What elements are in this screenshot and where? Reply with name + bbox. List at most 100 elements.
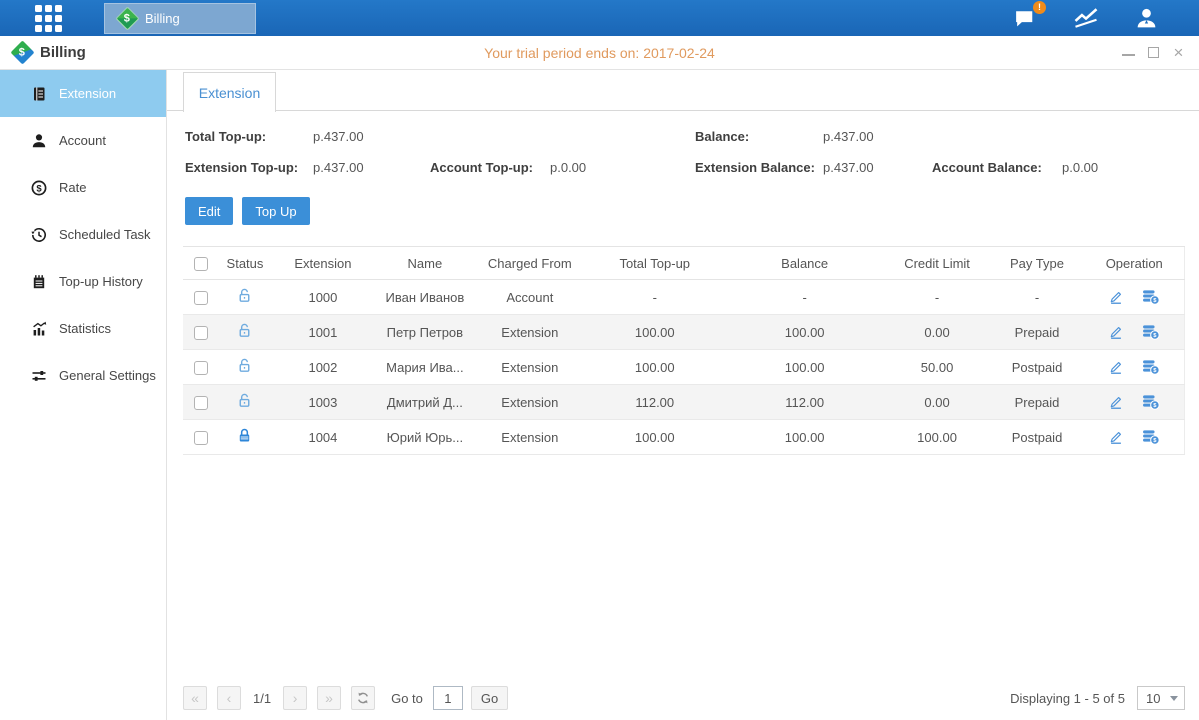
- close-icon[interactable]: ×: [1172, 46, 1185, 59]
- trial-notice: Your trial period ends on: 2017-02-24: [0, 45, 1199, 61]
- topup-icon[interactable]: $: [1142, 429, 1160, 445]
- charged-from-cell: Account: [475, 280, 585, 315]
- summary-label: Extension Top-up:: [185, 160, 313, 175]
- column-charged-from: Charged From: [475, 247, 585, 280]
- balance-cell: 100.00: [725, 420, 885, 455]
- summary-label: Balance:: [695, 129, 823, 144]
- row-checkbox[interactable]: [194, 396, 208, 410]
- general-settings-icon: [30, 367, 48, 385]
- prev-page-button[interactable]: ‹: [217, 686, 241, 710]
- unlocked-icon: [236, 357, 253, 377]
- edit-icon[interactable]: [1108, 429, 1124, 445]
- sidebar-item-statistics[interactable]: Statistics: [0, 305, 166, 352]
- goto-page-input[interactable]: [433, 686, 463, 710]
- summary-value: p.437.00: [823, 160, 932, 175]
- sidebar-item-label: Extension: [59, 86, 116, 101]
- column-total-topup: Total Top-up: [585, 247, 725, 280]
- sidebar-item-extension[interactable]: Extension: [0, 70, 166, 117]
- sidebar-item-rate[interactable]: $ Rate: [0, 164, 166, 211]
- pay-type-cell: Postpaid: [990, 350, 1085, 385]
- statistics-icon: [30, 320, 48, 338]
- total-topup-cell: 100.00: [585, 315, 725, 350]
- minimize-icon[interactable]: [1122, 46, 1135, 59]
- select-all-checkbox[interactable]: [194, 257, 208, 271]
- user-icon[interactable]: [1134, 6, 1159, 31]
- nav-tab-billing[interactable]: $ Billing: [104, 3, 256, 34]
- svg-text:$: $: [36, 183, 42, 194]
- tab-extension[interactable]: Extension: [183, 72, 276, 112]
- summary-value: p.437.00: [313, 160, 430, 175]
- billing-app-icon: $: [10, 40, 34, 64]
- account-icon: [30, 132, 48, 150]
- rate-icon: $: [30, 179, 48, 197]
- sidebar-item-topup-history[interactable]: Top-up History: [0, 258, 166, 305]
- charged-from-cell: Extension: [475, 385, 585, 420]
- topup-icon[interactable]: $: [1142, 289, 1160, 305]
- refresh-icon: [356, 691, 370, 705]
- app-title-text: Billing: [40, 44, 86, 61]
- sidebar-item-account[interactable]: Account: [0, 117, 166, 164]
- credit-limit-cell: -: [885, 280, 990, 315]
- tab-bar: Extension: [167, 70, 1199, 111]
- sidebar-item-label: Scheduled Task: [59, 227, 151, 242]
- row-checkbox[interactable]: [194, 291, 208, 305]
- billing-summary: Total Top-up: p.437.00 Balance: p.437.00…: [167, 111, 1199, 183]
- topup-icon[interactable]: $: [1142, 324, 1160, 340]
- total-topup-cell: 112.00: [585, 385, 725, 420]
- edit-icon[interactable]: [1108, 324, 1124, 340]
- row-checkbox[interactable]: [194, 431, 208, 445]
- name-cell: Мария Ива...: [375, 350, 475, 385]
- name-cell: Иван Иванов: [375, 280, 475, 315]
- nav-tab-label: Billing: [145, 11, 180, 26]
- scheduled-task-icon: [30, 226, 48, 244]
- total-topup-cell: 100.00: [585, 350, 725, 385]
- column-status: Status: [219, 247, 271, 280]
- sidebar-item-scheduled-task[interactable]: Scheduled Task: [0, 211, 166, 258]
- first-page-button[interactable]: «: [183, 686, 207, 710]
- sidebar-item-label: General Settings: [59, 368, 156, 383]
- refresh-button[interactable]: [351, 686, 375, 710]
- chevron-down-icon: [1170, 696, 1178, 701]
- summary-label: Account Balance:: [932, 160, 1062, 175]
- row-checkbox[interactable]: [194, 326, 208, 340]
- column-operation: Operation: [1084, 247, 1184, 280]
- table-row: 1004 Юрий Юрь... Extension 100.00 100.00…: [183, 420, 1185, 455]
- table-row: 1002 Мария Ива... Extension 100.00 100.0…: [183, 350, 1185, 385]
- edit-icon[interactable]: [1108, 359, 1124, 375]
- page-size-select[interactable]: 10: [1137, 686, 1185, 710]
- pay-type-cell: Postpaid: [990, 420, 1085, 455]
- credit-limit-cell: 0.00: [885, 315, 990, 350]
- topup-icon[interactable]: $: [1142, 359, 1160, 375]
- extension-cell: 1004: [271, 420, 375, 455]
- top-up-button[interactable]: Top Up: [242, 197, 309, 225]
- topup-icon[interactable]: $: [1142, 394, 1160, 410]
- maximize-icon[interactable]: [1147, 46, 1160, 59]
- last-page-button[interactable]: »: [317, 686, 341, 710]
- extension-cell: 1003: [271, 385, 375, 420]
- go-button[interactable]: Go: [471, 686, 508, 710]
- reports-icon[interactable]: [1072, 4, 1100, 32]
- summary-label: Total Top-up:: [185, 129, 313, 144]
- page-indicator: 1/1: [253, 691, 271, 706]
- apps-grid-icon[interactable]: [35, 5, 62, 32]
- next-page-button[interactable]: ›: [283, 686, 307, 710]
- locked-icon: [236, 427, 253, 447]
- pay-type-cell: -: [990, 280, 1085, 315]
- messages-icon[interactable]: !: [1013, 6, 1038, 31]
- title-bar: $ Billing Your trial period ends on: 201…: [0, 36, 1199, 70]
- sidebar-item-general-settings[interactable]: General Settings: [0, 352, 166, 399]
- balance-cell: -: [725, 280, 885, 315]
- unlocked-icon: [236, 392, 253, 412]
- edit-icon[interactable]: [1108, 394, 1124, 410]
- edit-icon[interactable]: [1108, 289, 1124, 305]
- row-checkbox[interactable]: [194, 361, 208, 375]
- extension-cell: 1002: [271, 350, 375, 385]
- extension-cell: 1000: [271, 280, 375, 315]
- table-row: 1001 Петр Петров Extension 100.00 100.00…: [183, 315, 1185, 350]
- edit-button[interactable]: Edit: [185, 197, 233, 225]
- summary-label: Extension Balance:: [695, 160, 823, 175]
- summary-value: p.437.00: [313, 129, 430, 144]
- sidebar-item-label: Account: [59, 133, 106, 148]
- pay-type-cell: Prepaid: [990, 315, 1085, 350]
- sidebar-item-label: Top-up History: [59, 274, 143, 289]
